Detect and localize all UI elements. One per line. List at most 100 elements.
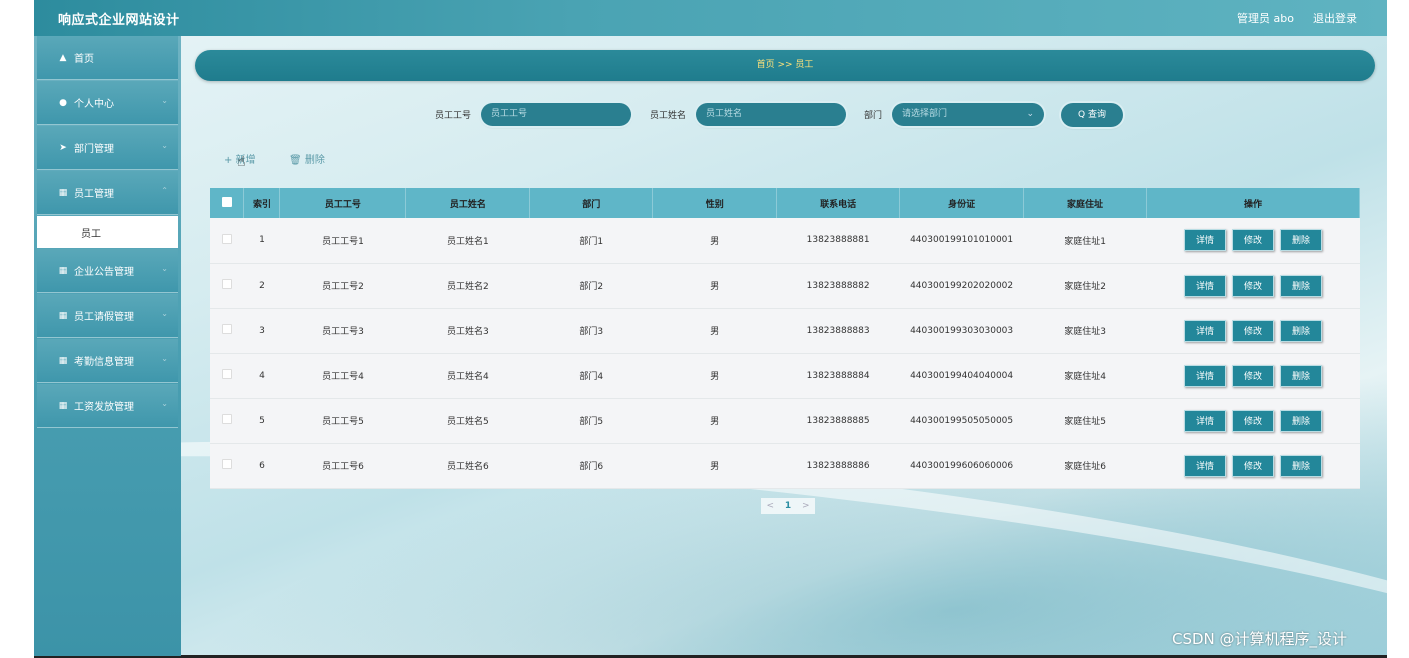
sidebar-item-label: 首页 (74, 54, 94, 65)
row-select-cell (210, 398, 244, 444)
table-cell: 4 (243, 353, 280, 399)
detail-button[interactable]: 详情 (1184, 229, 1226, 252)
employee-id-input[interactable]: 员工工号 (481, 103, 632, 126)
detail-button[interactable]: 详情 (1184, 409, 1226, 432)
chevron-down-icon: ⌄ (161, 354, 168, 363)
home-icon: ▲ (59, 52, 67, 63)
delete-button[interactable]: 删除 (1280, 364, 1322, 387)
table-cell: 440300199505050005 (899, 398, 1024, 444)
edit-button[interactable]: 修改 (1232, 319, 1274, 342)
grid-icon: ▦ (58, 355, 68, 366)
table-cell: 员工工号1 (279, 218, 406, 264)
row-checkbox[interactable] (221, 369, 232, 379)
column-header: 操作 (1146, 188, 1360, 218)
table-cell: 440300199606060006 (899, 443, 1024, 489)
sidebar-item-leave[interactable]: ▦ 员工请假管理 ⌄ (37, 294, 178, 338)
app-title: 响应式企业网站设计 (58, 13, 180, 28)
edit-button[interactable]: 修改 (1232, 274, 1274, 297)
grid-icon: ▦ (58, 400, 68, 411)
sidebar-item-attendance[interactable]: ▦ 考勤信息管理 ⌄ (37, 339, 178, 383)
table-cell: 440300199101010001 (899, 218, 1024, 264)
sidebar-subitem-employee[interactable]: 员工 (37, 216, 178, 248)
batch-delete-label: 删除 (304, 155, 325, 166)
row-checkbox[interactable] (221, 414, 232, 424)
breadcrumb: 首页 >> 员工 (195, 50, 1375, 81)
row-select-cell (210, 263, 244, 309)
delete-button[interactable]: 删除 (1280, 409, 1322, 432)
row-checkbox[interactable] (221, 279, 232, 289)
chevron-down-icon: ⌄ (161, 141, 168, 150)
table-cell: 员工姓名3 (405, 308, 530, 354)
row-actions-cell: 详情 修改 删除 (1146, 263, 1360, 309)
select-all-checkbox[interactable] (221, 196, 232, 207)
search-employee-name: 员工姓名 员工姓名 (650, 103, 847, 126)
table-cell: 员工工号4 (279, 353, 406, 399)
row-actions-cell: 详情 修改 删除 (1146, 398, 1360, 444)
trash-icon: 🗑 (289, 155, 305, 166)
table-cell: 家庭住址5 (1023, 398, 1147, 444)
table-cell: 男 (652, 398, 777, 444)
sidebar-item-label: 工资发放管理 (74, 402, 134, 413)
edit-button[interactable]: 修改 (1232, 364, 1274, 387)
column-header: 索引 (243, 188, 281, 218)
table-header-row: 索引 员工工号 员工姓名 部门 性别 联系电话 身份证 家庭住址 操作 (210, 188, 1360, 218)
delete-button[interactable]: 删除 (1280, 229, 1322, 252)
next-page-button[interactable]: > (802, 501, 810, 511)
top-bar: 响应式企业网站设计 管理员 abo 退出登录 (34, 0, 1387, 36)
row-checkbox[interactable] (221, 459, 232, 469)
detail-button[interactable]: 详情 (1184, 364, 1226, 387)
column-header: 身份证 (899, 188, 1025, 218)
table-cell: 员工工号5 (279, 398, 406, 444)
edit-button[interactable]: 修改 (1232, 454, 1274, 477)
chevron-down-icon: ⌄ (1026, 109, 1035, 119)
column-header: 家庭住址 (1023, 188, 1148, 218)
department-select[interactable]: 请选择部门 ⌄ (892, 103, 1045, 126)
table-cell: 1 (243, 218, 280, 264)
table-cell: 家庭住址2 (1023, 263, 1147, 309)
delete-button[interactable]: 删除 (1280, 319, 1322, 342)
row-checkbox[interactable] (221, 324, 232, 334)
hand-cursor-icon: ☝ (237, 154, 246, 170)
table-row: 1 员工工号1 员工姓名1 部门1 男 13823888881 44030019910101… (210, 218, 1360, 264)
page-background: 响应式企业网站设计 管理员 abo 退出登录 ▲ 首页 ● 个人中心 ⌄ ➤ 部… (34, 0, 1387, 656)
query-button[interactable]: Q 查询 (1061, 103, 1123, 127)
table-cell: 5 (243, 398, 280, 444)
table-cell: 部门5 (529, 398, 653, 444)
table-cell: 部门4 (529, 353, 653, 399)
sidebar-item-home[interactable]: ▲ 首页 (37, 36, 178, 80)
table-cell: 男 (652, 443, 777, 489)
sidebar-item-salary[interactable]: ▦ 工资发放管理 ⌄ (37, 384, 178, 428)
edit-button[interactable]: 修改 (1232, 409, 1274, 432)
table-cell: 男 (652, 263, 777, 309)
table-cell: 员工工号3 (279, 308, 406, 354)
detail-button[interactable]: 详情 (1184, 274, 1226, 297)
detail-button[interactable]: 详情 (1184, 454, 1226, 477)
chevron-down-icon: ⌄ (161, 264, 168, 273)
table-cell: 员工姓名2 (405, 263, 530, 309)
search-department: 部门 请选择部门 ⌄ (864, 103, 1045, 126)
employee-name-input[interactable]: 员工姓名 (696, 103, 847, 126)
delete-button[interactable]: 删除 (1280, 274, 1322, 297)
prev-page-button[interactable]: < (766, 501, 774, 511)
table-cell: 员工工号6 (279, 443, 406, 489)
sidebar-item-announcement[interactable]: ▦ 企业公告管理 ⌄ (37, 249, 178, 293)
current-page[interactable]: 1 (785, 501, 791, 511)
sidebar-item-department[interactable]: ➤ 部门管理 ⌄ (37, 126, 178, 170)
detail-button[interactable]: 详情 (1184, 319, 1226, 342)
table-cell: 男 (652, 218, 777, 264)
pagination: < 1 > (761, 498, 815, 514)
delete-button[interactable]: 删除 (1280, 454, 1322, 477)
column-header: 部门 (529, 188, 654, 218)
logout-link[interactable]: 退出登录 (1313, 10, 1357, 26)
row-select-cell (210, 443, 244, 489)
table-row: 3 员工工号3 员工姓名3 部门3 男 13823888883 44030019930303… (210, 308, 1360, 354)
edit-button[interactable]: 修改 (1232, 229, 1274, 252)
employee-table: 索引 员工工号 员工姓名 部门 性别 联系电话 身份证 家庭住址 操作 1 员工工… (210, 188, 1360, 489)
batch-delete-button[interactable]: 🗑 删除 (289, 151, 325, 166)
row-checkbox[interactable] (221, 233, 232, 244)
sidebar: ▲ 首页 ● 个人中心 ⌄ ➤ 部门管理 ⌄ ▦ 员工管理 ⌃ 员工 ▦ 企业公… (34, 36, 181, 656)
table-cell: 440300199404040004 (899, 353, 1024, 399)
sidebar-item-employee[interactable]: ▦ 员工管理 ⌃ (37, 171, 178, 215)
employee-id-label: 员工工号 (435, 111, 472, 121)
sidebar-item-personal-center[interactable]: ● 个人中心 ⌄ (37, 81, 178, 125)
